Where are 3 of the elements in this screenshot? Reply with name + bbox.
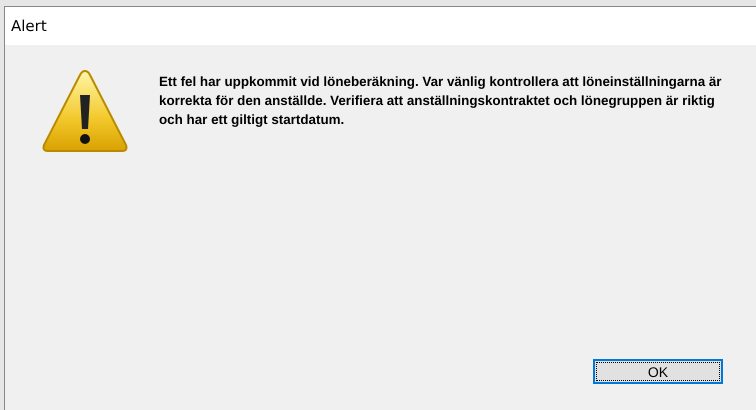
error-message: Ett fel har uppkommit vid löneberäkning. Var vänlig kontrollera att löneinställningarna är korrekta för den anställde. Verifiera att anställningskontraktet och lönegruppen är riktig och har ett giltigt startdatum. — [159, 73, 723, 129]
ok-button[interactable]: OK — [593, 359, 723, 384]
window-title: Alert — [11, 17, 47, 35]
